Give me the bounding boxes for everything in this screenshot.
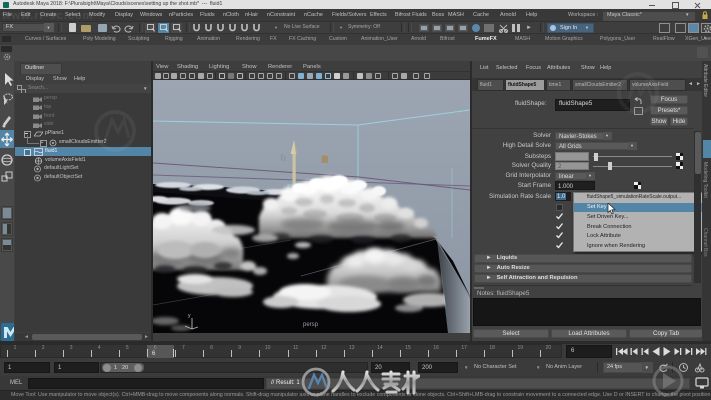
svg-text:persp: persp xyxy=(303,322,319,328)
